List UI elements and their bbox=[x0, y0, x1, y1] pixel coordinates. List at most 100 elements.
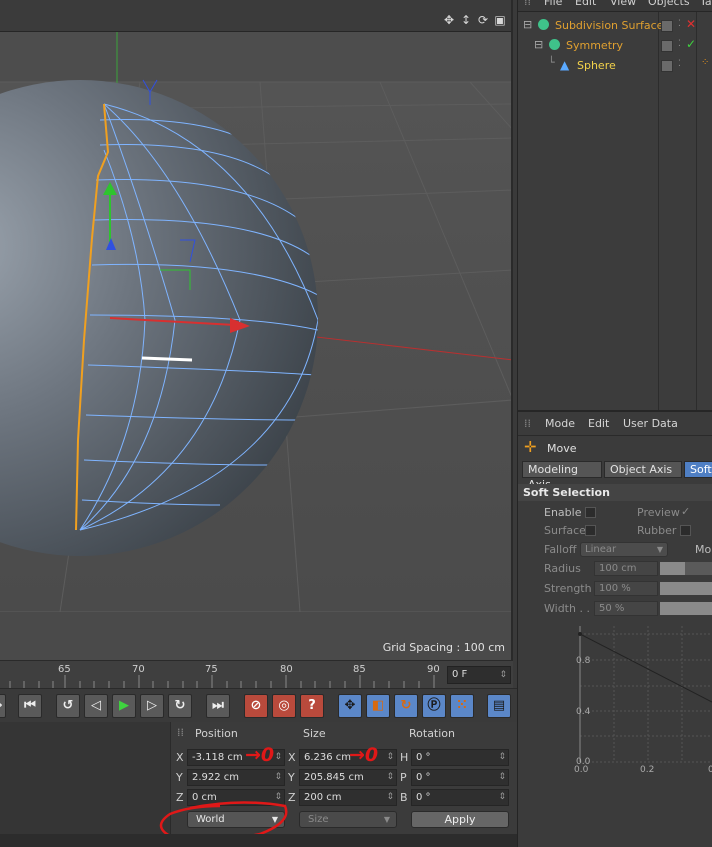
enable-label: Enable bbox=[544, 506, 582, 519]
falloff-value: Linear bbox=[585, 544, 617, 555]
tab-object-axis[interactable]: Object Axis bbox=[604, 461, 682, 478]
annotation-size-x: →0 bbox=[349, 744, 379, 766]
rot-h-field[interactable]: 0 ° bbox=[411, 749, 509, 766]
object-name: Subdivision Surface bbox=[555, 19, 664, 32]
tool-name: Move bbox=[547, 442, 577, 455]
record-position-button[interactable]: ✥ bbox=[338, 694, 362, 718]
position-header: Position bbox=[195, 727, 238, 740]
prev-key-button[interactable]: ↺ bbox=[56, 694, 80, 718]
size-mode-select[interactable]: Size ▼ bbox=[299, 811, 397, 828]
record-point-level-button[interactable]: ⁙ bbox=[450, 694, 474, 718]
current-frame-value: 0 F bbox=[452, 669, 468, 680]
layer-toggle[interactable] bbox=[661, 60, 673, 72]
visibility-dots-icon[interactable]: ⁚ bbox=[678, 19, 681, 29]
timeline-window-button[interactable]: ▤ bbox=[487, 694, 511, 718]
current-frame-field[interactable]: 0 F ⇕ bbox=[447, 666, 511, 684]
object-row-sphere[interactable]: └ ▲ Sphere ⁚ ⁘ bbox=[518, 56, 712, 76]
next-key-button[interactable]: ↻ bbox=[168, 694, 192, 718]
keyframe-selection-button[interactable]: ? bbox=[300, 694, 324, 718]
tree-collapse-icon[interactable]: ⊟ bbox=[523, 18, 532, 31]
graph-y-label: 0.4 bbox=[576, 707, 591, 717]
zoom-view-icon[interactable]: ↕ bbox=[459, 12, 473, 28]
panel-grip-icon: ⁞⁞ bbox=[524, 417, 531, 430]
move-view-icon[interactable]: ✥ bbox=[442, 12, 456, 28]
pos-y-label: Y bbox=[176, 771, 183, 784]
status-bar bbox=[0, 834, 517, 847]
object-name: Sphere bbox=[577, 59, 616, 72]
tree-collapse-icon[interactable]: ⊟ bbox=[534, 38, 543, 51]
size-z-field[interactable]: 200 cm bbox=[299, 789, 397, 806]
apply-button[interactable]: Apply bbox=[411, 811, 509, 828]
subdivision-surface-icon bbox=[538, 19, 549, 30]
autokey-button[interactable]: ◎ bbox=[272, 694, 296, 718]
object-row-symmetry[interactable]: ⊟ Symmetry ⁚ ✓ bbox=[518, 36, 712, 56]
menu-user-data[interactable]: User Data bbox=[623, 417, 678, 430]
menu-objects[interactable]: Objects bbox=[648, 0, 690, 8]
preview-label: Preview bbox=[637, 506, 680, 519]
menu-file[interactable]: File bbox=[544, 0, 562, 8]
goto-end-button[interactable]: ⏭ bbox=[206, 694, 230, 718]
menu-view[interactable]: View bbox=[610, 0, 636, 8]
viewport-header: ✥ ↕ ⟳ ▣ bbox=[0, 0, 511, 32]
preview-check-icon[interactable]: ✓ bbox=[681, 505, 690, 518]
falloff-label: Falloff bbox=[544, 543, 577, 556]
falloff-graph[interactable]: ▸ 0.8 0.4 0.0 0.0 0.2 0 bbox=[560, 618, 712, 778]
transport-bar: › ⏮ ↺ ◁ ▶ ▷ ↻ ⏭ ⊘ ◎ ? ✥ ◧ ↻ Ⓟ ⁙ ▤ bbox=[0, 688, 517, 722]
viewport-scene[interactable] bbox=[0, 32, 513, 660]
radius-slider[interactable] bbox=[660, 562, 685, 575]
menu-edit[interactable]: Edit bbox=[588, 417, 609, 430]
pos-y-field[interactable]: 2.922 cm bbox=[187, 769, 285, 786]
attribute-manager-menu: ⁞⁞ Mode Edit User Data bbox=[518, 412, 712, 436]
rot-p-label: P bbox=[400, 771, 407, 784]
timeline-ruler[interactable]: 65 70 75 80 85 90 bbox=[0, 660, 513, 688]
timeline-tick: 70 bbox=[132, 664, 145, 675]
rubber-checkbox[interactable] bbox=[680, 525, 691, 536]
section-header: Soft Selection bbox=[518, 484, 712, 501]
play-button[interactable]: ▶ bbox=[112, 694, 136, 718]
radius-slider-track[interactable] bbox=[685, 562, 712, 575]
radius-field[interactable]: 100 cm bbox=[594, 561, 658, 576]
phong-tag-icon[interactable]: ⁘ bbox=[701, 57, 709, 68]
rot-p-field[interactable]: 0 ° bbox=[411, 769, 509, 786]
menu-tags[interactable]: Ta bbox=[700, 0, 712, 8]
record-active-button[interactable]: ⊘ bbox=[244, 694, 268, 718]
timeline-tick: 80 bbox=[280, 664, 293, 675]
surface-checkbox[interactable] bbox=[585, 525, 596, 536]
layer-toggle[interactable] bbox=[661, 40, 673, 52]
record-scale-button[interactable]: ◧ bbox=[366, 694, 390, 718]
strength-slider[interactable] bbox=[660, 582, 712, 595]
width-slider[interactable] bbox=[660, 602, 712, 615]
size-y-field[interactable]: 205.845 cm bbox=[299, 769, 397, 786]
enabled-check-icon[interactable]: ✓ bbox=[686, 37, 696, 51]
tree-branch-icon: └ bbox=[548, 56, 555, 69]
rot-b-field[interactable]: 0 ° bbox=[411, 789, 509, 806]
maximize-view-icon[interactable]: ▣ bbox=[493, 12, 507, 28]
tab-soft[interactable]: Soft bbox=[684, 461, 712, 478]
menu-mode[interactable]: Mode bbox=[545, 417, 575, 430]
disabled-x-icon[interactable]: ✕ bbox=[686, 17, 696, 31]
goto-start-button[interactable]: ⏮ bbox=[18, 694, 42, 718]
timeline-tick: 65 bbox=[58, 664, 71, 675]
object-name: Symmetry bbox=[566, 39, 624, 52]
record-edge-button[interactable]: › bbox=[0, 694, 6, 718]
size-x-field[interactable]: 6.236 cm bbox=[299, 749, 397, 766]
panel-grip-icon: ⁞⁞ bbox=[177, 726, 184, 739]
record-rotation-button[interactable]: ↻ bbox=[394, 694, 418, 718]
annotation-pos-x: →0 bbox=[245, 744, 275, 766]
visibility-dots-icon[interactable]: ⁚ bbox=[678, 39, 681, 49]
menu-edit[interactable]: Edit bbox=[575, 0, 596, 8]
rotation-header: Rotation bbox=[409, 727, 456, 740]
falloff-select[interactable]: Linear ▼ bbox=[580, 542, 668, 557]
object-row-subdivision[interactable]: ⊟ Subdivision Surface ⁚ ✕ bbox=[518, 16, 712, 36]
next-frame-button[interactable]: ▷ bbox=[140, 694, 164, 718]
record-parameter-button[interactable]: Ⓟ bbox=[422, 694, 446, 718]
width-field[interactable]: 50 % bbox=[594, 601, 658, 616]
layer-toggle[interactable] bbox=[661, 20, 673, 32]
prev-frame-button[interactable]: ◁ bbox=[84, 694, 108, 718]
enable-checkbox[interactable] bbox=[585, 507, 596, 518]
tab-modeling-axis[interactable]: Modeling Axis bbox=[522, 461, 602, 491]
viewport[interactable]: ✥ ↕ ⟳ ▣ Grid Spacing: 100 cm bbox=[0, 0, 513, 660]
strength-field[interactable]: 100 % bbox=[594, 581, 658, 596]
visibility-dots-icon[interactable]: ⁚ bbox=[678, 59, 681, 69]
rotate-view-icon[interactable]: ⟳ bbox=[476, 12, 490, 28]
